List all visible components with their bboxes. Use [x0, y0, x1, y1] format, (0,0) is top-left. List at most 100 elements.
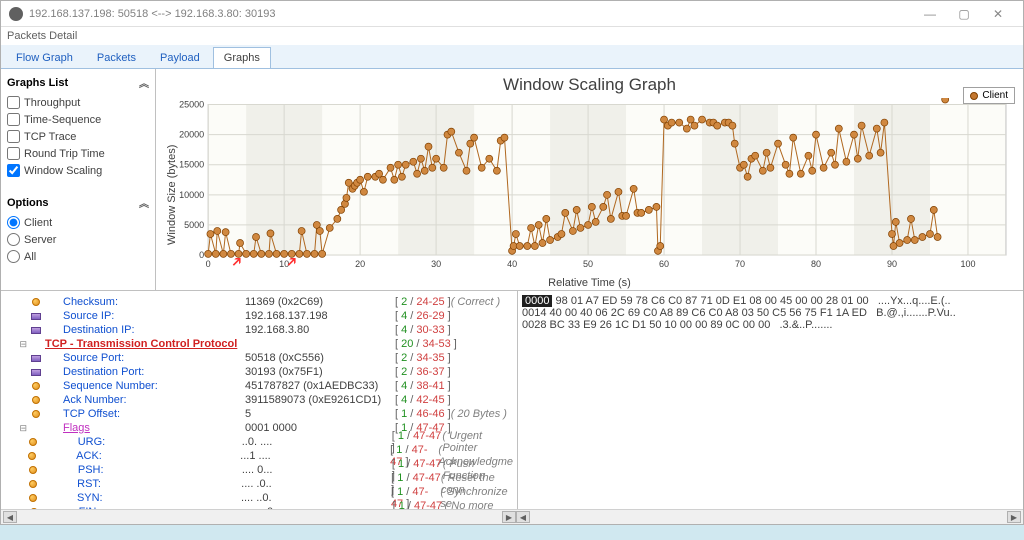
field-label: SYN:: [41, 492, 241, 504]
tab-bar: Flow GraphPacketsPayloadGraphs: [1, 45, 1023, 69]
svg-text:25000: 25000: [179, 100, 204, 110]
svg-text:0: 0: [199, 250, 204, 260]
detail-row[interactable]: Destination Port:30193 (0x75F1)[ 2 / 36-…: [1, 365, 517, 379]
tab-graphs[interactable]: Graphs: [213, 47, 271, 68]
svg-text:20000: 20000: [179, 130, 204, 140]
svg-text:Relative Time (s): Relative Time (s): [548, 277, 631, 289]
detail-row[interactable]: FIN:.... ...0[ 1 / 47-47 ] ( No more dat…: [1, 505, 517, 509]
field-value: 192.168.3.80: [245, 324, 395, 336]
checkbox[interactable]: [7, 113, 20, 126]
hex-pane[interactable]: 0000 98 01 A7 ED 59 78 C6 C0 87 71 0D E1…: [518, 291, 1023, 509]
field-icon: [29, 438, 37, 446]
field-range: [ 2 / 36-37 ]: [395, 366, 451, 378]
field-value: 192.168.137.198: [245, 310, 395, 322]
tab-flow-graph[interactable]: Flow Graph: [5, 47, 84, 68]
field-label: Source IP:: [45, 310, 245, 322]
scroll-left-button[interactable]: ◀: [516, 511, 530, 523]
radio-all[interactable]: All: [7, 250, 149, 263]
svg-text:20: 20: [355, 259, 365, 269]
field-value: 50518 (0xC556): [245, 352, 395, 364]
scroll-right-button[interactable]: ▶: [502, 511, 516, 523]
detail-row[interactable]: Sequence Number:451787827 (0x1AEDBC33)[ …: [1, 379, 517, 393]
hex-ascii: ....Yx...q....E.(..: [878, 295, 951, 307]
minimize-button[interactable]: —: [913, 2, 947, 26]
field-icon: [32, 410, 40, 418]
hex-address: 0014: [522, 307, 546, 319]
field-range: [ 2 / 34-35 ]: [395, 352, 451, 364]
field-range: [ 4 / 42-45 ]: [395, 394, 451, 406]
hex-line[interactable]: 0000 98 01 A7 ED 59 78 C6 C0 87 71 0D E1…: [522, 295, 1019, 307]
tab-payload[interactable]: Payload: [149, 47, 211, 68]
field-range: [ 20 / 34-53 ]: [395, 338, 457, 350]
hex-line[interactable]: 0028 BC 33 E9 26 1C D1 50 10 00 00 89 0C…: [522, 319, 1019, 331]
field-label: Ack Number:: [45, 394, 245, 406]
radio[interactable]: [7, 216, 20, 229]
field-label: TCP - Transmission Control Protocol: [45, 338, 245, 350]
close-button[interactable]: ✕: [981, 2, 1015, 26]
chart-title: Window Scaling Graph: [162, 75, 1017, 95]
titlebar: 192.168.137.198: 50518 <--> 192.168.3.80…: [1, 1, 1023, 27]
collapse-icon[interactable]: ︽: [139, 75, 149, 90]
checkbox[interactable]: [7, 164, 20, 177]
options-title: Options: [7, 197, 49, 209]
checkbox[interactable]: [7, 147, 20, 160]
chart-body[interactable]: 0500010000150002000025000010203040506070…: [162, 97, 1017, 293]
detail-row[interactable]: TCP Offset:5[ 1 / 46-46 ] ( 20 Bytes ): [1, 407, 517, 421]
field-label: TCP Offset:: [45, 408, 245, 420]
field-value: ..0. ....: [242, 436, 392, 448]
field-value: .... 0...: [242, 464, 392, 476]
hex-address: 0000: [522, 295, 552, 307]
detail-row[interactable]: Destination IP:192.168.3.80[ 4 / 30-33 ]: [1, 323, 517, 337]
field-icon: [31, 355, 41, 362]
detail-row[interactable]: Checksum:11369 (0x2C69)[ 2 / 24-25 ] ( C…: [1, 295, 517, 309]
field-comment: ( Correct ): [451, 296, 501, 308]
detail-row[interactable]: Source Port:50518 (0xC556)[ 2 / 34-35 ]: [1, 351, 517, 365]
detail-row[interactable]: Source IP:192.168.137.198[ 4 / 26-29 ]: [1, 309, 517, 323]
scroll-left-button[interactable]: ◀: [3, 511, 17, 523]
field-comment: ( No more data: [445, 500, 513, 509]
field-range: [ 1 / 47-47 ]: [393, 500, 445, 509]
field-comment: ( 20 Bytes ): [451, 408, 507, 420]
field-range: [ 1 / 46-46 ]: [395, 408, 451, 420]
svg-text:70: 70: [735, 259, 745, 269]
packet-detail-pane[interactable]: Checksum:11369 (0x2C69)[ 2 / 24-25 ] ( C…: [1, 291, 518, 509]
radio-client[interactable]: Client: [7, 216, 149, 229]
graph-option-time-sequence[interactable]: Time-Sequence: [7, 113, 149, 126]
detail-row[interactable]: ⊟TCP - Transmission Control Protocol[ 20…: [1, 337, 517, 351]
menu-label[interactable]: Packets Detail: [1, 27, 1023, 45]
svg-text:30: 30: [431, 259, 441, 269]
svg-text:40: 40: [507, 259, 517, 269]
graph-option-round-trip-time[interactable]: Round Trip Time: [7, 147, 149, 160]
scroll-right-button[interactable]: ▶: [1007, 511, 1021, 523]
graph-option-throughput[interactable]: Throughput: [7, 96, 149, 109]
collapse-icon[interactable]: ︽: [139, 195, 149, 210]
radio[interactable]: [7, 233, 20, 246]
hex-address: 0028: [522, 319, 546, 331]
maximize-button[interactable]: ▢: [947, 2, 981, 26]
radio[interactable]: [7, 250, 20, 263]
svg-text:100: 100: [960, 259, 975, 269]
hex-line[interactable]: 0014 40 00 40 06 2C 69 C0 A8 89 C6 C0 A8…: [522, 307, 1019, 319]
field-label: Destination Port:: [45, 366, 245, 378]
field-icon: [31, 369, 41, 376]
field-icon: [31, 313, 41, 320]
svg-text:80: 80: [811, 259, 821, 269]
field-label: RST:: [41, 478, 241, 490]
graph-option-window-scaling[interactable]: Window Scaling: [7, 164, 149, 177]
svg-text:5000: 5000: [184, 220, 204, 230]
field-icon: [30, 508, 38, 509]
checkbox[interactable]: [7, 130, 20, 143]
horizontal-scrollbar[interactable]: ◀ ▶ ◀ ▶: [1, 509, 1023, 524]
field-icon: [28, 452, 36, 460]
svg-text:Window Size (bytes): Window Size (bytes): [166, 145, 178, 245]
graph-option-tcp-trace[interactable]: TCP Trace: [7, 130, 149, 143]
field-value: 0001 0000: [245, 422, 395, 434]
top-split: Graphs List ︽ Throughput Time-Sequence TCP…: [1, 69, 1023, 291]
hex-bytes: 98 01 A7 ED 59 78 C6 C0 87 71 0D E1 08 0…: [556, 295, 869, 307]
tab-packets[interactable]: Packets: [86, 47, 147, 68]
detail-row[interactable]: Ack Number:3911589073 (0xE9261CD1)[ 4 / …: [1, 393, 517, 407]
checkbox[interactable]: [7, 96, 20, 109]
options-header[interactable]: Options ︽: [7, 195, 149, 210]
radio-server[interactable]: Server: [7, 233, 149, 246]
graphs-list-header[interactable]: Graphs List ︽: [7, 75, 149, 90]
